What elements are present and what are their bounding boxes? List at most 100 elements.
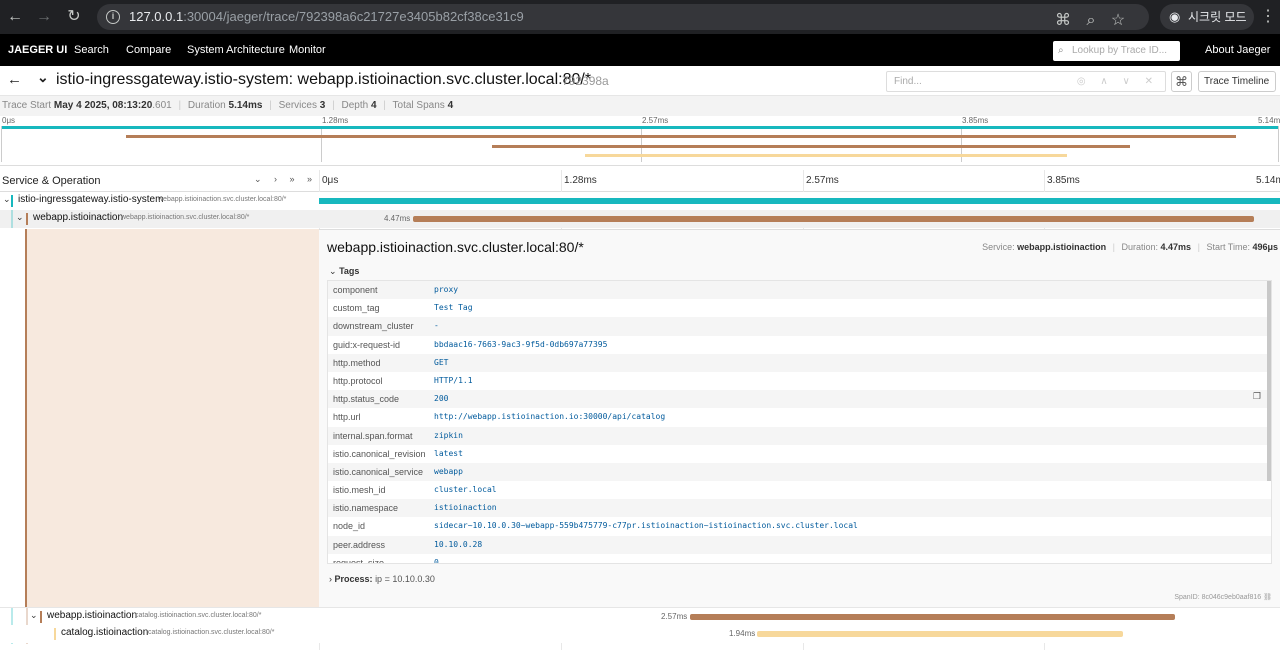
trace-title: istio-ingressgateway.istio-system: webap… [56, 71, 592, 88]
total-spans-value: 4 [447, 100, 454, 111]
minimap-span-bar [491, 145, 1130, 148]
process-value: ip = 10.10.0.30 [375, 574, 435, 584]
trace-summary: Trace Start May 4 2025, 08:13:20.601 | D… [0, 96, 1280, 116]
tag-value: 0 [434, 557, 439, 564]
back-arrow-icon[interactable]: ← [5, 7, 25, 27]
nav-compare[interactable]: Compare [126, 34, 171, 66]
copy-icon[interactable]: ❐ [1253, 391, 1261, 402]
tags-section-toggle[interactable]: ⌄ Tags [329, 266, 359, 277]
chevron-down-icon[interactable]: ⌄ [3, 194, 11, 205]
trace-start-value: May 4 2025, 08:13:20 [53, 100, 153, 111]
tag-value: zipkin [434, 430, 463, 440]
tag-key: http.protocol [333, 375, 383, 386]
expand-collapse-controls[interactable]: ⌄ › » » [254, 174, 317, 185]
tag-row: http.url http://webapp.istioinaction.io:3… [328, 408, 1271, 426]
span-duration: 2.57ms [661, 612, 688, 621]
span-row[interactable]: ⌄ webapp.istioinaction catalog.istioinac… [0, 607, 1280, 644]
find-placeholder: Find... [894, 76, 922, 87]
tag-value: bbdaac16-7663-9ac3-9f5d-0db697a77395 [434, 339, 608, 349]
tag-row: http.protocol HTTP/1.1 [328, 372, 1271, 390]
tag-value: istioinaction [434, 503, 497, 513]
span-operation: catalog.istioinaction.svc.cluster.local:… [148, 629, 275, 636]
url-host: 127.0.0.1 [129, 9, 184, 24]
tag-row: node_id sidecar~10.10.0.30~webapp-559b475… [328, 517, 1271, 535]
reload-icon[interactable]: ↻ [64, 7, 84, 27]
minimap-tick: 2.57ms [642, 116, 669, 125]
tag-row: istio.namespace istioinaction [328, 499, 1271, 518]
tag-row: http.method GET [328, 353, 1271, 372]
chevron-down-icon[interactable]: ⌄ [16, 212, 24, 223]
span-row[interactable]: ⌄ istio-ingressgateway.istio-system weba… [0, 192, 1280, 210]
collapse-chevron-icon[interactable]: ⌄ [37, 69, 49, 86]
span-duration: 1.94ms [729, 629, 756, 638]
jaeger-logo[interactable]: JAEGER UI [8, 34, 67, 66]
start-time-meta-value: 496μs [1252, 242, 1278, 252]
tag-key: guid:x-request-id [333, 339, 401, 350]
tag-value: proxy [434, 285, 459, 294]
bookmark-star-icon[interactable]: ☆ [1108, 11, 1128, 31]
tag-key: custom_tag [333, 303, 380, 314]
tag-row: downstream_cluster - [328, 317, 1271, 336]
address-bar[interactable]: i 127.0.0.1:30004/jaeger/trace/792398a6c… [97, 4, 1149, 30]
span-service: istio-ingressgateway.istio-system [18, 194, 164, 205]
nav-system-architecture[interactable]: System Architecture [187, 34, 285, 66]
find-input[interactable]: Find... ◎ ∧ ∨ ✕ [886, 71, 1166, 92]
translate-icon[interactable]: ⌘ [1053, 11, 1073, 31]
tag-row: guid:x-request-id bbdaac16-7663-9ac3-9f5d… [328, 336, 1271, 354]
tags-scrollbar[interactable] [1267, 281, 1271, 481]
tag-key: istio.namespace [333, 503, 399, 514]
tag-value: latest [434, 448, 463, 458]
trace-id-lookup-input[interactable]: ⌕ Lookup by Trace ID... [1053, 41, 1180, 61]
timeline-tick: 0μs [322, 175, 339, 186]
span-row[interactable]: catalog.istioinaction catalog.istioinact… [0, 625, 1280, 643]
trace-short-id: 792398a [562, 74, 609, 88]
chevron-down-icon[interactable]: ⌄ [30, 610, 38, 621]
tag-key: istio.canonical_service [333, 466, 424, 477]
browser-menu-icon[interactable]: ⋮ [1258, 7, 1278, 27]
tags-label: Tags [339, 266, 360, 276]
about-jaeger-menu[interactable]: About Jaeger ⌄ [1205, 34, 1280, 87]
nav-monitor[interactable]: Monitor [289, 34, 326, 66]
tag-key: http.method [333, 357, 381, 368]
tag-key: istio.canonical_revision [333, 448, 426, 459]
nav-search[interactable]: Search [74, 34, 109, 66]
link-icon[interactable]: ⛓ [1263, 594, 1272, 601]
timeline-column-header: Service & Operation ⌄ › » » 0μs 1.28ms 2… [0, 170, 1280, 192]
tag-row: custom_tag Test Tag [328, 299, 1271, 317]
tag-row: istio.mesh_id cluster.local [328, 481, 1271, 499]
total-spans-label: Total Spans [392, 100, 445, 111]
site-info-icon[interactable]: i [106, 10, 120, 24]
back-arrow-icon[interactable]: ← [7, 71, 22, 88]
detail-left-panel [26, 229, 319, 607]
span-operation: webapp.istioinaction.svc.cluster.local:8… [121, 214, 250, 221]
span-service: webapp.istioinaction [33, 212, 124, 223]
minimap-span-bar [585, 154, 1068, 157]
trace-start-label: Trace Start [2, 100, 52, 111]
tag-key: http.url [333, 412, 361, 423]
span-bar[interactable] [413, 216, 1254, 222]
tag-row: internal.span.format zipkin [328, 426, 1271, 445]
span-detail-panel: webapp.istioinaction.svc.cluster.local:8… [319, 229, 1280, 607]
span-operation: webapp.istioinaction.svc.cluster.local:8… [158, 196, 287, 203]
tag-row: http.status_code 200 [328, 390, 1271, 409]
span-bar[interactable] [319, 198, 1280, 204]
span-service: webapp.istioinaction [47, 610, 138, 621]
span-row[interactable]: ⌄ webapp.istioinaction webapp.istioinact… [0, 210, 1280, 228]
depth-value: 4 [370, 100, 377, 111]
service-meta-value: webapp.istioinaction [1017, 242, 1107, 252]
incognito-badge[interactable]: ◉ 시크릿 모드 [1160, 4, 1254, 30]
keyboard-shortcuts-icon[interactable]: ⌘ [1171, 71, 1192, 92]
trace-minimap[interactable]: 0μs 1.28ms 2.57ms 3.85ms 5.14ms [0, 116, 1280, 166]
tag-value: sidecar~10.10.0.30~webapp-559b475779-c77… [434, 521, 858, 531]
tag-key: http.status_code [333, 394, 400, 405]
span-bar[interactable] [690, 614, 1175, 620]
process-section-toggle[interactable]: › Process: ip = 10.10.0.30 [329, 574, 435, 584]
minimap-tick: 3.85ms [962, 116, 989, 125]
view-mode-dropdown[interactable]: Trace Timeline ⌄ [1198, 71, 1276, 105]
timeline-tick: 1.28ms [564, 175, 597, 186]
zoom-icon[interactable]: ⌕ [1081, 11, 1101, 31]
url-path: :30004/jaeger/trace/792398a6c21727e3405b… [183, 9, 524, 24]
forward-arrow-icon[interactable]: → [34, 7, 54, 27]
find-navigation-icons[interactable]: ◎ ∧ ∨ ✕ [1077, 72, 1159, 91]
span-bar[interactable] [757, 631, 1123, 637]
